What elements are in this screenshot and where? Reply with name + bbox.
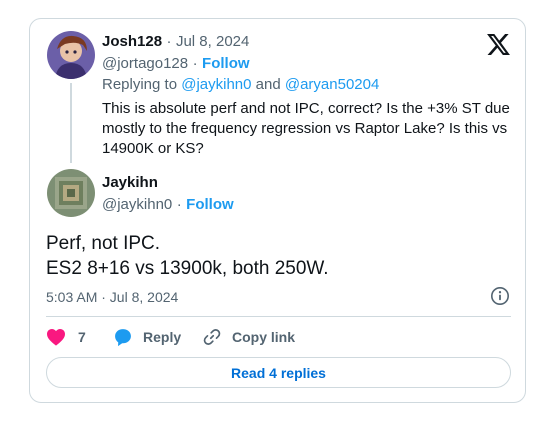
tweet-timestamp[interactable]: 5:03 AM · Jul 8, 2024 [46, 289, 178, 305]
replying-to-line: Replying to @jaykihn0 and @aryan50204 [102, 76, 379, 93]
thread-connector-line [70, 83, 72, 163]
link-icon [203, 329, 221, 345]
text-line: 14900K or KS? [102, 140, 204, 157]
heart-icon [47, 328, 65, 346]
reply-label: Reply [143, 329, 182, 345]
reply-bubble-icon [115, 329, 131, 347]
separator-dot: · [176, 196, 182, 213]
author-name[interactable]: Jaykihn [102, 174, 158, 191]
author-name[interactable]: Josh128 [102, 33, 162, 50]
replying-to-label: Replying to [102, 76, 178, 93]
divider [46, 316, 511, 317]
text-line: This is absolute perf and not IPC, corre… [102, 100, 510, 117]
separator-dot: · [166, 33, 172, 50]
read-replies-button[interactable]: Read 4 replies [46, 357, 511, 388]
embedded-tweet-card: Josh128 · Jul 8, 2024 @jortago128 · Foll… [29, 18, 526, 403]
tweet-date[interactable]: Jul 8, 2024 [176, 33, 249, 50]
follow-button[interactable]: Follow [186, 196, 234, 213]
reply-button[interactable]: Reply [113, 325, 181, 349]
main-handle-row: @jaykihn0 · Follow [102, 196, 234, 214]
separator-dot: · [192, 55, 198, 72]
mention-link[interactable]: @aryan50204 [285, 76, 379, 93]
like-button[interactable]: 7 [46, 325, 86, 349]
copy-link-button[interactable]: Copy link [202, 325, 295, 349]
avatar-josh128[interactable] [47, 31, 95, 79]
avatar-jaykihn[interactable] [47, 169, 95, 217]
info-icon[interactable] [490, 286, 510, 306]
text-line: Perf, not IPC. [46, 233, 161, 254]
copy-link-label: Copy link [232, 329, 296, 345]
and-label: and [255, 76, 281, 93]
text-line: ES2 8+16 vs 13900k, both 250W. [46, 258, 329, 279]
author-handle[interactable]: @jortago128 [102, 55, 188, 72]
mention-link[interactable]: @jaykihn0 [181, 76, 251, 93]
text-line: mostly to the frequency regression vs Ra… [102, 120, 508, 137]
x-logo-icon[interactable] [487, 34, 510, 55]
parent-tweet-text: This is absolute perf and not IPC, corre… [102, 99, 510, 159]
main-tweet-text: Perf, not IPC. ES2 8+16 vs 13900k, both … [46, 231, 329, 281]
main-tweet-header: Jaykihn [102, 174, 158, 192]
parent-tweet-header: Josh128 · Jul 8, 2024 [102, 33, 249, 51]
author-handle[interactable]: @jaykihn0 [102, 196, 172, 213]
like-count: 7 [78, 329, 86, 345]
parent-handle-row: @jortago128 · Follow [102, 55, 250, 73]
follow-button[interactable]: Follow [202, 55, 250, 72]
